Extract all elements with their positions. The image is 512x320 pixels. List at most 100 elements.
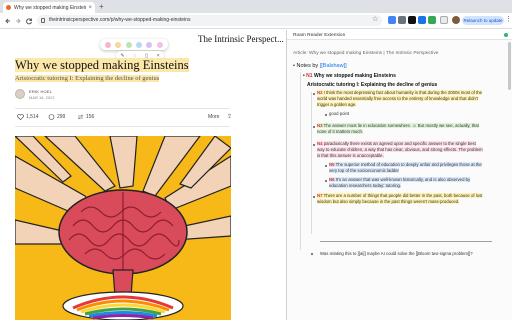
notes-prefix: Notes by (296, 63, 319, 69)
divider (15, 108, 230, 109)
note-text: wisdom but also simply because in the pa… (317, 199, 460, 204)
note-text: It's an answer that was well-known histo… (335, 177, 471, 182)
brain-hands-illustration (15, 136, 231, 320)
restack-count: 156 (86, 114, 95, 120)
share-icon[interactable]: ⇪ (227, 113, 232, 120)
article-subtitle: Aristocratic tutoring I: Explaining the … (15, 75, 160, 82)
new-tab-button[interactable]: + (99, 2, 104, 12)
color-swatch-green[interactable] (125, 41, 132, 48)
url-text: theintrinsicperspective.com/p/why-we-sto… (49, 17, 191, 23)
bullet-icon (325, 180, 327, 182)
color-swatch-blue[interactable] (136, 41, 143, 48)
extension-icon[interactable] (418, 16, 426, 24)
author-avatar[interactable] (15, 89, 25, 99)
side-panel-icon[interactable] (440, 16, 448, 24)
note-title: Why we stopped making Einsteins (313, 73, 396, 79)
extension-icon[interactable] (398, 16, 406, 24)
notes-header: • Notes by [[Balshaw]] (293, 63, 347, 69)
note-text: The superior method of education to deep… (335, 162, 482, 167)
outline-guide (311, 92, 312, 234)
note-text: The answer must lie in education somewhe… (323, 123, 479, 128)
separator (320, 241, 492, 242)
publish-date: MAR 16, 2022 (29, 95, 55, 100)
note-n7[interactable]: N7 There are a number of things that peo… (317, 193, 492, 205)
article-title: Why we stopped making Einsteins (15, 58, 189, 73)
tab-strip: Why we stopped making Einsteins × + (0, 0, 512, 13)
status-dot-icon (504, 33, 508, 37)
note-text: way to educate children, a way that has … (317, 147, 483, 152)
bullet-icon: • (293, 63, 295, 69)
note-text: I think the most depressing fact about h… (323, 90, 483, 95)
color-swatch-pink[interactable] (105, 41, 112, 48)
restack-icon (77, 114, 84, 120)
tab-close-icon[interactable]: × (88, 5, 92, 11)
article-line[interactable]: Article: Why we stopped making Einsteins… (293, 51, 438, 56)
note-n5[interactable]: N5 The superior method of education to d… (329, 162, 494, 174)
site-name[interactable]: The Intrinsic Perspect... (198, 34, 284, 44)
like-button[interactable]: 1,514 (17, 114, 39, 120)
author-name[interactable]: ERIK HOEL (29, 89, 52, 94)
bullet-icon (313, 144, 315, 146)
note-tag: N1 (306, 73, 313, 79)
extension-icon[interactable] (428, 16, 436, 24)
comments-button[interactable]: 299 (48, 114, 65, 120)
note-text: education researchers today: tutoring. (329, 183, 402, 188)
note-text: world was handed essentially free access… (317, 96, 478, 101)
note-tag: N7 (317, 193, 323, 198)
note-tag: N3 (317, 123, 323, 128)
comment-bubble-icon (48, 114, 55, 120)
color-swatch-purple[interactable] (146, 41, 153, 48)
note-text: none of it matters much. (317, 129, 364, 134)
color-swatch-magenta[interactable] (156, 41, 163, 48)
article-title-text: Why we stopped making Einsteins (15, 58, 189, 72)
extension-icon[interactable] (408, 16, 416, 24)
note-tag: N4 (317, 141, 323, 146)
article-subtitle-text: Aristocratic tutoring I: Explaining the … (15, 75, 160, 82)
restack-button[interactable]: 156 (77, 114, 94, 120)
note-tag: N2 (317, 90, 323, 95)
color-swatch-orange[interactable] (115, 41, 122, 48)
note-n3[interactable]: N3 The answer must lie in education some… (317, 123, 492, 135)
bullet-icon (311, 253, 313, 255)
highlight-color-picker (100, 39, 168, 50)
profile-avatar[interactable] (452, 16, 460, 24)
bullet-icon (325, 165, 327, 167)
note-n4[interactable]: N4 paradoxically there exists an agreed … (317, 141, 492, 159)
note-n2[interactable]: N2 I think the most depressing fact abou… (317, 90, 492, 108)
bullet-icon (313, 196, 315, 198)
heart-icon (17, 114, 24, 120)
tab-active[interactable]: Why we stopped making Einsteins × (3, 2, 95, 13)
more-button[interactable]: More (208, 114, 219, 120)
note-n1-subtitle[interactable]: Aristocratic tutoring I: Explaining the … (307, 82, 437, 88)
note-reflection[interactable]: Was relating this to [[ai]] maybe AI cou… (320, 251, 473, 256)
bullet-icon (313, 93, 315, 95)
back-icon[interactable] (4, 17, 12, 25)
extension-icon[interactable] (388, 16, 396, 24)
site-info-icon[interactable] (41, 18, 45, 23)
address-bar[interactable]: theintrinsicperspective.com/p/why-we-sto… (37, 15, 382, 26)
bookmark-star-icon[interactable]: ☆ (372, 15, 378, 23)
more-menu-icon[interactable]: ⋮ (505, 15, 512, 23)
bullet-icon (325, 114, 327, 116)
note-text: There are a number of things that people… (323, 193, 483, 198)
panel-title: Roam Reader Extension (293, 33, 346, 38)
comment-count: 299 (57, 114, 66, 120)
note-comment[interactable]: good point (329, 111, 504, 117)
outline-guide (300, 72, 301, 250)
notes-author-link[interactable]: [[Balshaw]] (320, 63, 347, 69)
panel-header: Roam Reader Extension (287, 30, 512, 40)
substack-favicon-icon (6, 5, 11, 10)
bullet-icon (313, 126, 315, 128)
reload-icon[interactable] (25, 17, 33, 25)
forward-icon[interactable] (14, 17, 22, 25)
roam-reader-panel: Roam Reader Extension Article: Why we st… (286, 30, 512, 320)
note-n6[interactable]: N6 It's an answer that was well-known hi… (329, 177, 494, 189)
panel-scrollbar[interactable] (508, 42, 511, 90)
browser-toolbar: theintrinsicperspective.com/p/why-we-sto… (0, 13, 512, 29)
tab-title: Why we stopped making Einsteins (14, 4, 87, 11)
note-tag: N6 (329, 177, 335, 182)
note-n1[interactable]: • N1 Why we stopped making Einsteins (303, 73, 396, 79)
article-page: ✎ ◌ ▯ × The Intrinsic Perspect... Why we… (0, 30, 285, 320)
relaunch-button[interactable]: Relaunch to update (462, 16, 504, 25)
note-text: trigger a golden age. (317, 102, 357, 107)
